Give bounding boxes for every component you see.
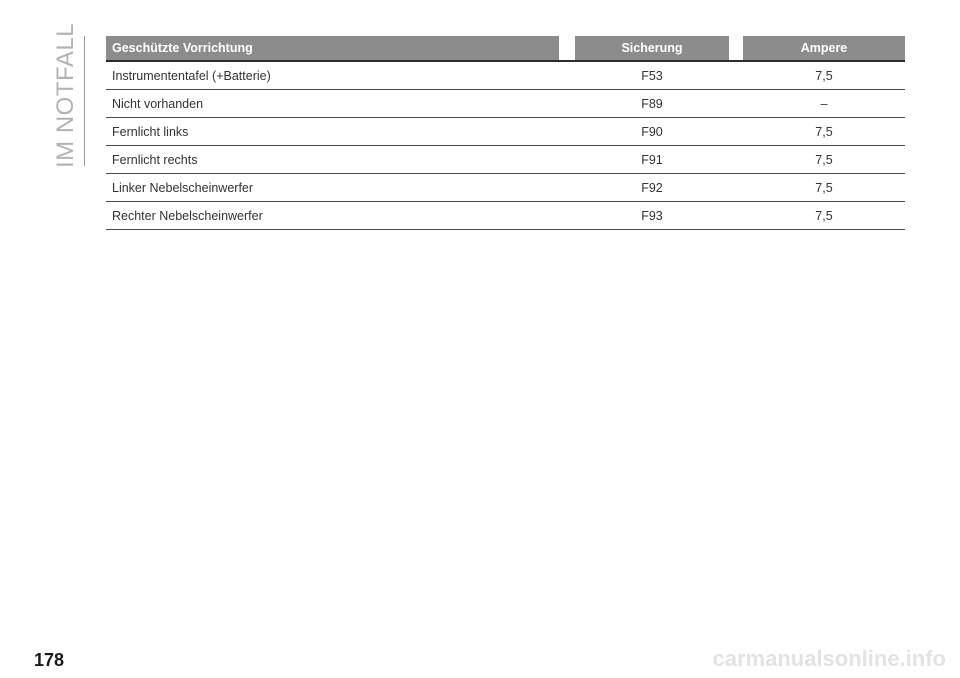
cell-device: Fernlicht rechts bbox=[106, 146, 559, 174]
fuse-table-body: Instrumententafel (+Batterie) F53 7,5 Ni… bbox=[106, 62, 905, 230]
section-divider-line bbox=[84, 36, 85, 166]
fuse-table: Geschützte Vorrichtung Sicherung Ampere … bbox=[106, 36, 905, 230]
cell-device: Instrumententafel (+Batterie) bbox=[106, 62, 559, 90]
section-side-label: IM NOTFALL bbox=[52, 23, 82, 168]
cell-ampere: 7,5 bbox=[743, 202, 905, 230]
cell-gap bbox=[559, 118, 575, 146]
cell-gap bbox=[559, 62, 575, 90]
cell-gap bbox=[559, 90, 575, 118]
header-row: Geschützte Vorrichtung Sicherung Ampere bbox=[106, 36, 905, 62]
cell-gap bbox=[559, 146, 575, 174]
page-number: 178 bbox=[34, 650, 65, 670]
cell-ampere: 7,5 bbox=[743, 62, 905, 90]
cell-gap bbox=[559, 174, 575, 202]
watermark-text: carmanualsonline.info bbox=[712, 646, 947, 671]
cell-device: Fernlicht links bbox=[106, 118, 559, 146]
cell-gap bbox=[729, 62, 743, 90]
cell-device: Linker Nebelscheinwerfer bbox=[106, 174, 559, 202]
cell-ampere: 7,5 bbox=[743, 146, 905, 174]
cell-gap bbox=[729, 202, 743, 230]
cell-gap bbox=[559, 202, 575, 230]
table-row: Instrumententafel (+Batterie) F53 7,5 bbox=[106, 62, 905, 90]
table-row: Fernlicht links F90 7,5 bbox=[106, 118, 905, 146]
cell-fuse: F53 bbox=[575, 62, 729, 90]
cell-ampere: 7,5 bbox=[743, 118, 905, 146]
cell-fuse: F92 bbox=[575, 174, 729, 202]
header-gap bbox=[729, 36, 743, 62]
cell-fuse: F90 bbox=[575, 118, 729, 146]
table-row: Nicht vorhanden F89 – bbox=[106, 90, 905, 118]
cell-fuse: F91 bbox=[575, 146, 729, 174]
cell-device: Rechter Nebelscheinwerfer bbox=[106, 202, 559, 230]
cell-ampere: 7,5 bbox=[743, 174, 905, 202]
cell-ampere: – bbox=[743, 90, 905, 118]
header-ampere: Ampere bbox=[743, 36, 905, 62]
table-row: Rechter Nebelscheinwerfer F93 7,5 bbox=[106, 202, 905, 230]
cell-device: Nicht vorhanden bbox=[106, 90, 559, 118]
fuse-table-header: Geschützte Vorrichtung Sicherung Ampere bbox=[106, 36, 905, 62]
cell-gap bbox=[729, 118, 743, 146]
cell-fuse: F89 bbox=[575, 90, 729, 118]
cell-gap bbox=[729, 146, 743, 174]
cell-gap bbox=[729, 174, 743, 202]
section-label-text: IM NOTFALL bbox=[52, 22, 79, 168]
header-fuse: Sicherung bbox=[575, 36, 729, 62]
header-gap bbox=[559, 36, 575, 62]
table-row: Fernlicht rechts F91 7,5 bbox=[106, 146, 905, 174]
cell-fuse: F93 bbox=[575, 202, 729, 230]
cell-gap bbox=[729, 90, 743, 118]
table-row: Linker Nebelscheinwerfer F92 7,5 bbox=[106, 174, 905, 202]
header-protected-device: Geschützte Vorrichtung bbox=[106, 36, 559, 62]
